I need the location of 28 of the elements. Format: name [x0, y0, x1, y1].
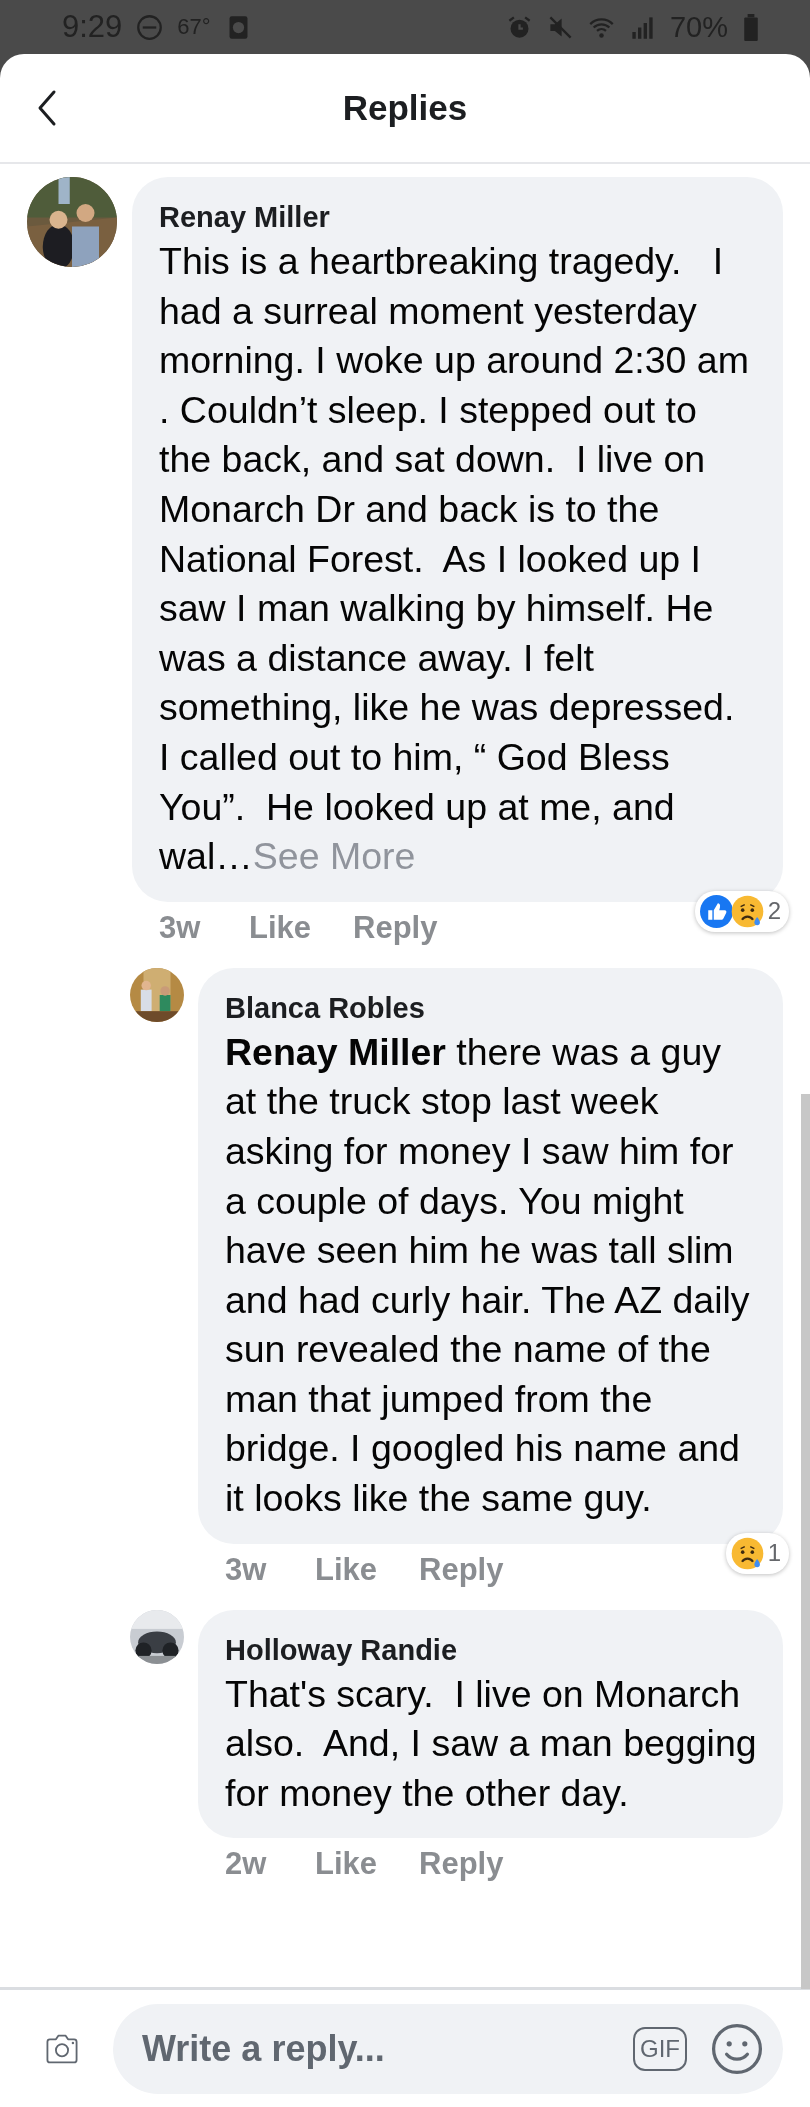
- comment-text: This is a heartbreaking tragedy. I had a surreal moment yesterday morning. I woke up around 2:30 am . Couldn’t sleep. I stepped out to the back, and sat down. I live on Monarch Dr and back is to the National Forest. As I looked up I saw I man walking by himself. He was a distance away. I felt something, like he was depressed. I called out to him, “ God Bless You”. He looked up at me, and wal…See More: [159, 239, 750, 880]
- gif-button[interactable]: GIF: [633, 2026, 687, 2071]
- timestamp: 3w: [225, 1551, 268, 1588]
- reply-link[interactable]: Reply: [419, 1846, 504, 1883]
- author-name[interactable]: Holloway Randie: [225, 1629, 458, 1670]
- reaction-badge[interactable]: 1: [725, 1532, 789, 1574]
- crying-face-icon: [730, 894, 764, 928]
- see-more-link[interactable]: See More: [252, 835, 416, 878]
- smiley-icon[interactable]: [711, 2022, 763, 2075]
- like-link[interactable]: Like: [315, 1846, 378, 1883]
- do-not-disturb-icon: [136, 13, 164, 41]
- reply-link[interactable]: Reply: [353, 909, 438, 946]
- comment-text: Renay Miller there was a guy at the truck stop last week asking for money I saw him for a couple of days. You might have seen him he was tall slim and had curly hair. The AZ daily sun revealed the name of the man that jumped from the bridge. I googled his name and it looks like the same guy.: [225, 1029, 751, 1522]
- reply-link[interactable]: Reply: [419, 1551, 504, 1588]
- comment-text: That's scary. I live on Monarch also. And, I saw a man begging for money the other day.: [225, 1671, 757, 1816]
- like-link[interactable]: Like: [315, 1551, 378, 1588]
- thumbs-up-icon: [699, 894, 733, 928]
- author-name[interactable]: Renay Miller: [159, 197, 330, 237]
- timestamp: 3w: [159, 909, 202, 946]
- timestamp: 2w: [225, 1846, 268, 1883]
- author-name[interactable]: Blanca Robles: [225, 987, 425, 1028]
- crying-face-icon: [730, 1536, 764, 1570]
- reaction-badge[interactable]: 2: [694, 890, 789, 932]
- battery-icon: [742, 13, 760, 41]
- like-link[interactable]: Like: [249, 909, 312, 946]
- scrollbar[interactable]: [801, 1094, 810, 1989]
- page-title: Replies: [342, 88, 468, 128]
- reply-field[interactable]: Write a reply... GIF: [113, 2003, 783, 2094]
